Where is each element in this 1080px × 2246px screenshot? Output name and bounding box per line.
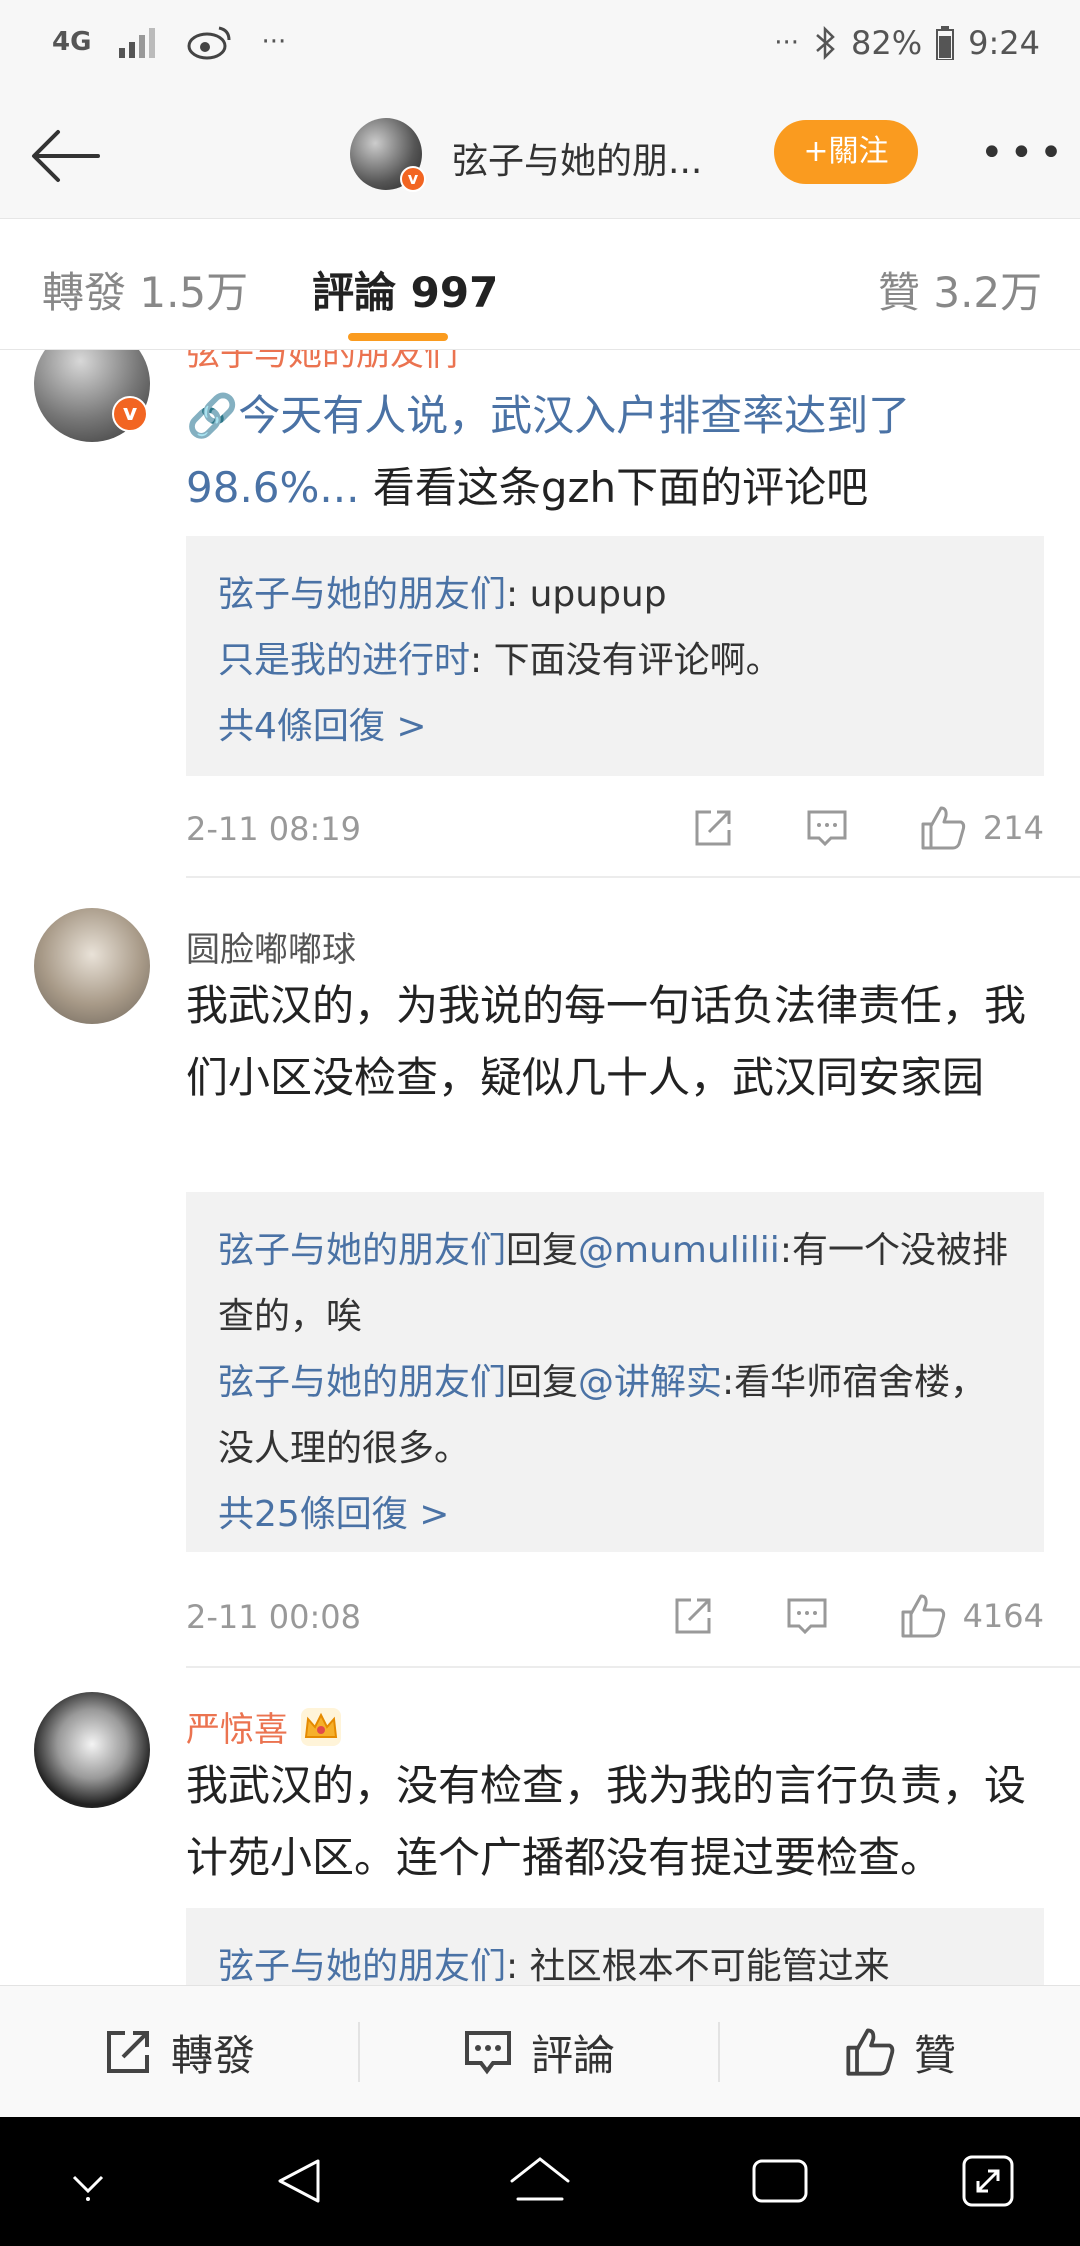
reply-author[interactable]: 只是我的进行时: [218, 640, 470, 681]
repost-button[interactable]: 轉發: [0, 1986, 358, 2118]
battery-icon: [936, 26, 955, 60]
link-icon[interactable]: 🔗: [186, 391, 238, 440]
more-replies-link[interactable]: 共25條回復 >: [218, 1482, 1012, 1548]
reply-author[interactable]: 弦子与她的朋友们: [218, 1946, 506, 1985]
commenter-name[interactable]: 弦子与她的朋友们: [186, 350, 458, 375]
network-indicator: 4G: [52, 27, 92, 57]
comment-text: 我武汉的，为我说的每一句话负法律责任，我们小区没检查，疑似几十人，武汉同安家园: [186, 981, 1027, 1102]
active-tab-indicator: [348, 333, 448, 341]
more-replies-link[interactable]: 共4條回復 >: [218, 694, 1012, 760]
comment-meta: 2-11 00:08 4164: [186, 1588, 1044, 1648]
verified-badge-icon: v: [400, 166, 426, 192]
share-icon[interactable]: [671, 1594, 715, 1638]
verified-badge-icon: v: [112, 396, 148, 432]
tab-comments[interactable]: 評論 997: [312, 259, 498, 320]
comment-text: 我武汉的，没有检查，我为我的言行负责，设计苑小区。连个广播都没有提过要检查。: [186, 1761, 1027, 1882]
comment-icon: [464, 2031, 511, 2075]
back-triangle-icon[interactable]: [272, 2153, 328, 2209]
expand-icon[interactable]: [960, 2153, 1016, 2209]
comment-meta: 2-11 08:19 214: [186, 800, 1044, 860]
commenter-name[interactable]: 圆脸嘟嘟球: [186, 922, 356, 971]
reply-icon[interactable]: [785, 1594, 829, 1638]
commenter-avatar[interactable]: [34, 1692, 150, 1808]
like-icon[interactable]: [899, 1592, 947, 1640]
follow-button[interactable]: +關注: [774, 120, 918, 184]
tab-bar: 轉發 1.5万 評論 997 贊 3.2万: [0, 218, 1080, 350]
like-count: 4164: [962, 1597, 1044, 1635]
reply-item: 只是我的进行时: 下面没有评论啊。: [218, 640, 782, 681]
more-options-button[interactable]: •••: [980, 130, 1069, 176]
tab-likes[interactable]: 贊 3.2万: [878, 259, 1042, 320]
comment-list: v 弦子与她的朋友们 🔗今天有人说，武汉入户排查率达到了98.6%... 看看这…: [0, 350, 1080, 1985]
divider: [186, 876, 1080, 878]
reply-box[interactable]: 弦子与她的朋友们: upupup 只是我的进行时: 下面没有评论啊。 共4條回復…: [186, 536, 1044, 776]
signal-icon: [119, 28, 156, 58]
reply-item: 弦子与她的朋友们回复@讲解实:看华师宿舍楼，没人理的很多。: [218, 1362, 987, 1469]
reply-author[interactable]: 弦子与她的朋友们: [218, 1362, 506, 1403]
bottom-action-bar: 轉發 評論 贊: [0, 1985, 1080, 2117]
tab-repost[interactable]: 轉發 1.5万: [42, 259, 248, 320]
reply-mention[interactable]: @mumulilii: [578, 1230, 780, 1271]
comment-button[interactable]: 評論: [360, 1986, 718, 2118]
bluetooth-icon: [816, 25, 835, 61]
commenter-name[interactable]: 严惊喜: [186, 1702, 342, 1751]
reply-icon[interactable]: [805, 806, 849, 850]
thumbs-up-icon: [846, 2028, 895, 2076]
weibo-icon: [187, 26, 231, 60]
clock: 9:24: [968, 24, 1040, 62]
like-icon[interactable]: [919, 804, 967, 852]
system-navigation-bar: [0, 2117, 1080, 2246]
status-overflow-right: ···: [774, 28, 800, 58]
reply-item: 弦子与她的朋友们: 社区根本不可能管过来: [218, 1946, 890, 1985]
reply-item: 弦子与她的朋友们: upupup: [218, 574, 667, 615]
share-icon[interactable]: [691, 806, 735, 850]
nav-title[interactable]: 弦子与她的朋...: [452, 132, 702, 184]
reply-box[interactable]: 弦子与她的朋友们回复@mumulilii:有一个没被排查的，唉 弦子与她的朋友们…: [186, 1192, 1044, 1552]
comment-time: 2-11 00:08: [186, 1598, 362, 1636]
reply-author[interactable]: 弦子与她的朋友们: [218, 574, 506, 615]
like-count: 214: [982, 809, 1044, 847]
home-icon[interactable]: [508, 2153, 572, 2209]
repost-icon: [106, 2031, 149, 2073]
back-arrow-icon[interactable]: [28, 118, 104, 194]
comment-time: 2-11 08:19: [186, 810, 362, 848]
like-button[interactable]: 贊: [720, 1986, 1080, 2118]
status-overflow: ···: [261, 27, 287, 57]
nav-bar: v 弦子与她的朋... +關注 •••: [0, 96, 1080, 218]
status-bar: 4G ··· ··· 82% 9:24: [0, 0, 1080, 96]
crown-badge-icon: [301, 1707, 341, 1746]
battery-percent: 82%: [851, 24, 923, 62]
comment-text: 🔗今天有人说，武汉入户排查率达到了98.6%... 看看这条gzh下面的评论吧: [186, 391, 911, 512]
reply-box[interactable]: 弦子与她的朋友们: 社区根本不可能管过来: [186, 1908, 1044, 1985]
reply-author[interactable]: 弦子与她的朋友们: [218, 1230, 506, 1271]
commenter-avatar[interactable]: [34, 908, 150, 1024]
divider: [186, 1666, 1080, 1668]
reply-mention[interactable]: @讲解实: [578, 1362, 722, 1403]
recents-icon[interactable]: [750, 2153, 810, 2209]
chevron-down-icon[interactable]: [66, 2161, 110, 2205]
reply-item: 弦子与她的朋友们回复@mumulilii:有一个没被排查的，唉: [218, 1230, 1008, 1337]
